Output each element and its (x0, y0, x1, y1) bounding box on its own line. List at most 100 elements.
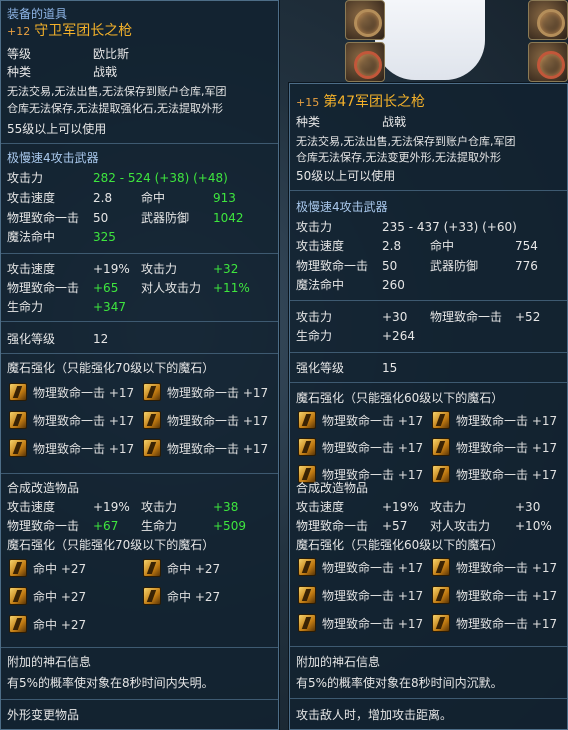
fusion-manastone-stat: 物理致命一击 +17 (456, 617, 558, 631)
stat-value: 282 - 524 (+38) (+48) (93, 171, 228, 185)
weapon-type: 极慢速4攻击武器 (296, 200, 388, 214)
stat-label: 攻击力 (7, 171, 44, 185)
fusion-manastone-stat: 物理致命一击 +17 (322, 561, 424, 575)
stat-label: 魔法命中 (296, 278, 345, 292)
bonus-label: 生命力 (296, 329, 333, 343)
stat-label: 物理致命一击 (7, 211, 80, 225)
manastone-icon (298, 614, 316, 632)
manastone-icon (432, 465, 450, 483)
divider (1, 473, 278, 474)
restriction-line-1: 无法交易,无法出售,无法保存到账户仓库,军团 (296, 135, 516, 148)
manastone-icon (298, 558, 316, 576)
stat-label: 魔法命中 (7, 230, 56, 244)
manastone-icon (432, 438, 450, 456)
fusion-value: +19% (93, 500, 130, 514)
divider (1, 253, 278, 254)
bonus-value: +264 (382, 329, 415, 343)
stat-value: 325 (93, 230, 116, 244)
compare-item-tooltip: +15 第47军团长之枪 种类 战戟 无法交易,无法出售,无法保存到账户仓库,军团… (289, 83, 568, 730)
fusion-value: +509 (213, 519, 246, 533)
stat-label: 武器防御 (430, 259, 479, 273)
stat-value: 235 - 437 (+33) (+60) (382, 220, 517, 234)
divider (1, 353, 278, 354)
equipment-slot-2[interactable] (345, 42, 385, 82)
divider (1, 321, 278, 322)
type-value: 战戟 (382, 115, 407, 129)
level-requirement: 55级以上可以使用 (7, 122, 107, 136)
enchant-plus: +15 (296, 96, 320, 109)
fusion-manastone-stat: 命中 +27 (167, 562, 221, 576)
equipment-slot-3[interactable] (528, 0, 568, 40)
fusion-value: +67 (93, 519, 119, 533)
restriction-line-1: 无法交易,无法出售,无法保存到账户仓库,军团 (7, 85, 227, 98)
manastone-icon (143, 559, 161, 577)
bonus-value: +52 (515, 310, 541, 324)
fusion-value: +10% (515, 519, 552, 533)
fusion-label: 对人攻击力 (430, 519, 491, 533)
divider (290, 698, 567, 699)
equipment-slot-1[interactable] (345, 0, 385, 40)
stat-value: 2.8 (93, 191, 113, 205)
item-title: +15 第47军团长之枪 (296, 94, 425, 111)
type-label: 种类 (296, 115, 321, 129)
manastone-stat: 物理致命一击 +17 (167, 386, 269, 400)
stat-label: 攻击力 (296, 220, 333, 234)
fusion-manastone-stat: 命中 +27 (33, 590, 87, 604)
stat-value: 776 (515, 259, 538, 273)
fusion-manastone-stat: 物理致命一击 +17 (456, 561, 558, 575)
manastone-stat: 物理致命一击 +17 (456, 468, 558, 482)
divider (1, 699, 278, 700)
fusion-label: 物理致命一击 (7, 519, 80, 533)
stat-value: 50 (382, 259, 398, 273)
grade-label: 等级 (7, 47, 32, 61)
bonus-label: 攻击速度 (7, 262, 56, 276)
bonus-value: +30 (382, 310, 408, 324)
manastone-stat: 物理致命一击 +17 (456, 414, 558, 428)
bonus-value: +19% (93, 262, 130, 276)
manastone-icon (9, 615, 27, 633)
manastone-icon (298, 586, 316, 604)
fusion-header: 合成改造物品 (7, 481, 80, 495)
manastone-icon (432, 614, 450, 632)
type-value: 战戟 (93, 65, 118, 79)
bonus-value: +32 (213, 262, 239, 276)
fusion-manastone-stat: 命中 +27 (33, 562, 87, 576)
equipment-slot-4[interactable] (528, 42, 568, 82)
manastone-icon (9, 559, 27, 577)
divider (290, 646, 567, 647)
manastone-stat: 物理致命一击 +17 (33, 414, 135, 428)
stat-label: 攻击速度 (7, 191, 56, 205)
fusion-label: 攻击力 (430, 500, 467, 514)
skin-header: 外形变更物品 (7, 708, 80, 722)
manastone-icon (432, 586, 450, 604)
weapon-type: 极慢速4攻击武器 (7, 151, 99, 165)
divider (290, 190, 567, 191)
fusion-value: +38 (213, 500, 239, 514)
fusion-manastone-stat: 物理致命一击 +17 (322, 617, 424, 631)
level-requirement: 50级以上可以使用 (296, 169, 396, 183)
stat-label: 命中 (430, 239, 455, 253)
stat-value: 754 (515, 239, 538, 253)
divider (290, 382, 567, 383)
manastone-icon (432, 558, 450, 576)
divider (1, 647, 278, 648)
manastone-header: 魔石强化（只能强化60级以下的魔石） (296, 391, 504, 405)
equipped-item-tooltip: 装备的道具 +12 守卫军团长之枪 等级 欧比斯 种类 战戟 无法交易,无法出售,… (0, 0, 279, 730)
manastone-icon (143, 587, 161, 605)
manastone-icon (298, 411, 316, 429)
bonus-label: 物理致命一击 (430, 310, 503, 324)
godstone-header: 附加的神石信息 (296, 655, 381, 669)
manastone-icon (432, 411, 450, 429)
manastone-stat: 物理致命一击 +17 (322, 441, 424, 455)
fusion-manastone-stat: 物理致命一击 +17 (456, 589, 558, 603)
enchant-value: 12 (93, 332, 109, 346)
fusion-label: 攻击力 (141, 500, 178, 514)
type-label: 种类 (7, 65, 32, 79)
enchant-label: 强化等级 (7, 332, 56, 346)
item-name: 守卫军团长之枪 (34, 23, 133, 39)
fusion-manastone-header: 魔石强化（只能强化60级以下的魔石） (296, 538, 504, 552)
fusion-manastone-stat: 命中 +27 (33, 618, 87, 632)
godstone-desc: 有5%的概率使对象在8秒时间内沉默。 (296, 676, 503, 690)
stat-label: 物理致命一击 (296, 259, 369, 273)
bonus-label: 物理致命一击 (7, 281, 80, 295)
